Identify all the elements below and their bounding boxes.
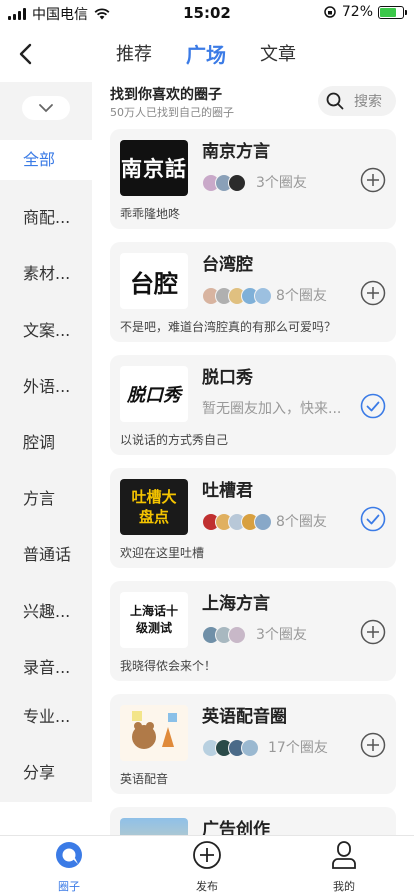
sidebar-item-dialect[interactable]: 方言 [0,479,92,519]
member-count: 17个圈友 [268,740,328,756]
member-count: 3个圈友 [256,627,307,643]
group-name: 上海方言 [202,594,270,614]
sidebar-item-recording[interactable]: 录音... [0,648,92,688]
header-tabs: 推荐 广场 文章 [116,42,330,68]
group-card-ad-creation[interactable]: 广告创作 [110,807,396,835]
member-count: 3个圈友 [256,175,307,191]
tab-mine[interactable]: 我的 [304,840,384,894]
join-plus-icon[interactable] [360,167,386,193]
group-logo-talkshow: 脱口秀 [120,366,188,422]
group-logo-taiwan: 台腔 [120,253,188,309]
group-logo-text: 脱口秀 [127,385,181,406]
category-sidebar: 全部 商配... 素材... 文案... 外语... 腔调 方言 普通话 兴趣.… [0,82,92,802]
group-logo-shanghai: 上海话十级测试 [120,592,188,648]
group-card-shanghai[interactable]: 上海话十级测试 上海方言 3个圈友 我晓得侬会来个！ [110,581,396,681]
sidebar-item-accent[interactable]: 腔调 [0,423,92,463]
orientation-lock-icon [324,6,336,18]
chevron-down-icon [39,104,53,113]
sidebar-item-mandarin[interactable]: 普通话 [0,535,92,575]
group-name: 脱口秀 [202,368,253,388]
tab-square[interactable]: 广场 [186,42,226,68]
member-avatars [202,739,259,757]
group-name: 吐槽君 [202,481,253,501]
group-description: 乖乖隆地咚 [120,207,181,221]
tab-recommend[interactable]: 推荐 [116,42,152,68]
group-name: 英语配音圈 [202,707,287,727]
group-card-taiwan[interactable]: 台腔 台湾腔 8个圈友 不是吧，难道台湾腔真的有那么可爱吗？ [110,242,396,342]
group-list-panel: 找到你喜欢的圈子 50万人已找到自己的圈子 搜索 南京話 南京方言 3个圈友 乖… [92,82,414,835]
tab-publish-label: 发布 [196,880,218,893]
status-right: 72% [323,4,407,20]
group-logo-nanjing: 南京話 [120,140,188,196]
joined-check-icon[interactable] [360,506,386,532]
group-logo-text: 台腔 [130,269,178,298]
page-title: 找到你喜欢的圈子 [110,87,222,103]
group-logo-roast: 吐槽大盘点 [120,479,188,535]
battery-icon [378,5,407,19]
tab-circles[interactable]: 圈子 [29,840,109,894]
sidebar-item-material[interactable]: 素材... [0,254,92,294]
group-card-roast[interactable]: 吐槽大盘点 吐槽君 8个圈友 欢迎在这里吐槽 [110,468,396,568]
tab-publish[interactable]: 发布 [167,840,247,894]
group-description: 欢迎在这里吐槽 [120,546,205,560]
sidebar-item-professional[interactable]: 专业... [0,697,92,737]
group-description: 以说话的方式秀自己 [120,433,229,447]
expand-categories-button[interactable] [22,96,70,120]
group-name: 南京方言 [202,142,270,162]
battery-percent: 72% [341,4,373,20]
search-button[interactable]: 搜索 [318,86,396,116]
member-count: 8个圈友 [276,288,327,304]
sidebar-item-commercial[interactable]: 商配... [0,198,92,238]
tab-circles-label: 圈子 [58,880,80,893]
group-description: 我晓得侬会来个！ [120,659,217,673]
group-card-nanjing[interactable]: 南京話 南京方言 3个圈友 乖乖隆地咚 [110,129,396,229]
tab-mine-label: 我的 [333,880,355,893]
sidebar-item-all[interactable]: 全部 [0,140,92,180]
join-plus-icon[interactable] [360,732,386,758]
sidebar-item-copywriting[interactable]: 文案... [0,311,92,351]
sidebar-item-share[interactable]: 分享 [0,753,92,793]
group-name: 台湾腔 [202,255,253,275]
member-count: 8个圈友 [276,514,327,530]
group-card-english-dubbing[interactable]: 英语配音圈 17个圈友 英语配音 [110,694,396,794]
group-card-talkshow[interactable]: 脱口秀 脱口秀 暂无圈友加入，快来... 以说话的方式秀自己 [110,355,396,455]
sidebar-item-interest[interactable]: 兴趣... [0,592,92,632]
status-bar: 中国电信 15:02 72% [0,0,414,26]
search-label: 搜索 [354,94,382,110]
group-logo-text: 南京話 [121,156,187,181]
search-icon [326,92,344,110]
top-header: 推荐 广场 文章 [0,26,414,82]
member-avatars [202,174,246,192]
group-logo-english-dubbing [120,705,188,761]
group-logo-text: 上海话十级测试 [129,604,178,635]
group-name: 广告创作 [202,820,270,835]
member-avatars [202,626,246,644]
page-subtitle: 50万人已找到自己的圈子 [110,106,234,119]
bottom-tab-bar: 圈子 发布 我的 [0,835,414,896]
group-description: 不是吧，难道台湾腔真的有那么可爱吗？ [120,320,337,334]
group-description: 英语配音 [120,772,169,786]
sidebar-item-foreign-language[interactable]: 外语... [0,367,92,407]
user-icon [332,841,356,869]
plus-circle-icon [193,841,221,869]
member-avatars [202,513,272,531]
joined-check-icon[interactable] [360,393,386,419]
group-logo-ad-creation [120,818,188,835]
tab-articles[interactable]: 文章 [260,42,296,68]
member-avatars [202,287,272,305]
back-arrow-icon[interactable] [14,40,38,68]
member-count: 暂无圈友加入，快来... [202,401,342,417]
join-plus-icon[interactable] [360,280,386,306]
join-plus-icon[interactable] [360,619,386,645]
circle-chat-icon [56,842,82,868]
group-logo-text: 吐槽大盘点 [131,488,177,526]
cartoon-animals-image [132,711,177,749]
